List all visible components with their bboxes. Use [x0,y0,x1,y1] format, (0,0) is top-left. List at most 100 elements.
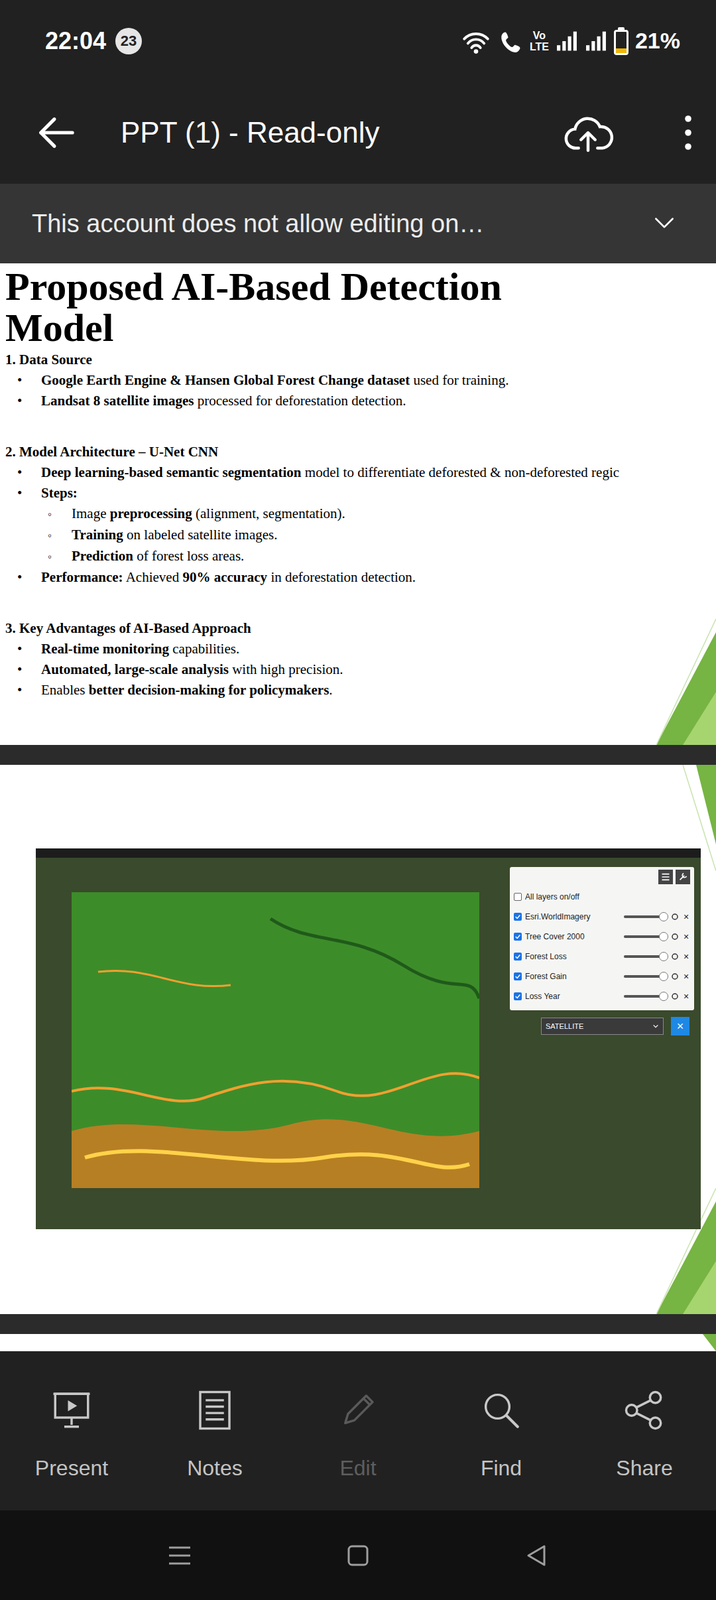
opacity-slider-knob[interactable] [658,951,669,961]
bullet-item: •Real-time monitoring capabilities. [5,638,716,659]
slide[interactable]: Proposed AI-Based Detection Model1. Data… [0,263,716,745]
layer-row: Esri.WorldImagery× [513,906,691,927]
slide-list: Proposed AI-Based Detection Model1. Data… [0,263,716,1351]
layer-settings-icon[interactable] [670,912,679,921]
bullet-marker: ◦ [47,546,72,567]
map-screenshot: All layers on/offEsri.WorldImagery×Tree … [35,847,701,1229]
opacity-slider-track[interactable] [623,934,664,938]
section-heading: 2. Model Architecture – U-Net CNN [5,441,716,463]
bullet-marker: • [17,658,42,680]
slide[interactable] [0,1333,716,1351]
text-run: better decision-making for policymakers [88,681,330,698]
bullet-marker: • [17,390,42,412]
toolbar-button[interactable]: Notes [143,1350,287,1510]
read-only-banner[interactable]: This account does not allow editing on… [0,183,716,264]
back-icon[interactable] [523,1541,550,1568]
bullet-item: •Automated, large-scale analysis with hi… [5,658,716,680]
layer-settings-icon[interactable] [670,932,679,941]
opacity-slider-track[interactable] [623,954,664,958]
wrench-icon[interactable] [675,869,691,884]
battery-icon [613,27,629,56]
layer-remove-button[interactable]: × [682,931,691,941]
share-icon[interactable] [622,1387,667,1432]
bullet-item: •Google Earth Engine & Hansen Global For… [5,369,716,391]
opacity-slider-track[interactable] [623,974,664,978]
slide-section: 2. Model Architecture – U-Net CNN•Deep l… [5,441,716,588]
opacity-slider-knob[interactable] [658,971,669,981]
toolbar-button[interactable]: Find [429,1350,573,1510]
layer-remove-button[interactable]: × [682,951,691,961]
bullet-item: ◦Training on labeled satellite images. [5,524,716,546]
bullet-item: •Landsat 8 satellite images processed fo… [5,390,716,412]
close-button[interactable]: × [670,1016,690,1035]
layer-row: Loss Year× [513,985,691,1006]
layer-checkbox[interactable] [513,952,522,960]
bullet-item: ◦Image preprocessing (alignment, segment… [5,503,716,525]
opacity-slider-track[interactable] [623,914,664,918]
layer-checkbox[interactable] [513,892,522,901]
bullet-item: ◦Prediction of forest loss areas. [5,545,716,567]
find-icon[interactable] [479,1387,524,1432]
toolbar-label: Share [615,1451,673,1484]
opacity-slider-fill [623,914,664,918]
text-run: Image [71,505,111,522]
layer-checkbox[interactable] [513,991,522,1000]
toolbar-button[interactable]: Share [572,1350,716,1510]
layer-checkbox[interactable] [513,971,522,980]
opacity-slider-fill [623,974,664,978]
layer-settings-icon[interactable] [670,971,679,980]
text-run: Enables [41,681,89,698]
recent-apps-icon[interactable] [166,1541,193,1568]
document-title: PPT (1) - Read-only [120,110,563,155]
battery-percent: 21% [635,23,681,58]
layer-remove-button[interactable]: × [682,971,691,981]
text-run: used for training. [409,371,509,388]
call-icon [499,28,524,54]
bullet-text: Real-time monitoring capabilities. [41,638,240,659]
layer-label: Forest Loss [525,950,621,962]
layer-checkbox[interactable] [513,912,522,921]
bullet-marker: • [17,638,42,659]
basemap-dropdown[interactable]: SATELLITE [540,1016,664,1035]
home-icon[interactable] [344,1541,372,1568]
present-icon[interactable] [49,1387,94,1432]
back-arrow-icon[interactable] [31,110,77,156]
layer-settings-icon[interactable] [670,991,679,1000]
bullet-item: •Steps: [5,482,716,504]
layers-panel: All layers on/offEsri.WorldImagery×Tree … [509,866,695,1010]
notification-badge: 23 [115,27,142,55]
toolbar-button[interactable]: Present [0,1350,144,1510]
bullet-marker: • [17,566,42,588]
layer-remove-button[interactable]: × [682,911,691,921]
opacity-slider-knob[interactable] [658,911,669,921]
layer-checkbox[interactable] [513,932,522,941]
signal-icon [555,29,579,53]
text-run: with high precision. [228,660,344,677]
basemap-value: SATELLITE [545,1020,653,1032]
list-icon[interactable] [658,869,673,884]
slide[interactable]: All layers on/offEsri.WorldImagery×Tree … [0,764,716,1314]
text-run: of forest loss areas. [133,547,244,564]
notes-icon[interactable] [192,1387,237,1432]
bullet-item: •Enables better decision-making for poli… [5,679,716,701]
cloud-upload-icon[interactable] [562,110,614,156]
more-options-icon[interactable] [680,110,697,155]
battery-track [613,29,629,56]
toolbar-label: Find [480,1451,522,1484]
bullet-text: Google Earth Engine & Hansen Global Fore… [41,369,509,391]
toolbar-button: Edit [286,1350,430,1510]
layer-settings-icon[interactable] [670,952,679,960]
bullet-marker: • [17,369,42,391]
opacity-slider-knob[interactable] [658,931,669,941]
dropdown-arrow-icon [652,1022,659,1029]
bullet-item: •Deep learning-based semantic segmentati… [5,462,716,483]
volte-top: Vo [533,29,546,42]
text-run: 90% accuracy [182,568,268,585]
battery-fill [615,48,627,54]
layer-row: Forest Gain× [513,965,691,986]
layers-panel-header [513,869,691,884]
opacity-slider-track[interactable] [623,994,664,998]
chevron-down-icon[interactable] [652,211,677,236]
opacity-slider-knob[interactable] [658,991,669,1001]
layer-remove-button[interactable]: × [682,991,691,1001]
